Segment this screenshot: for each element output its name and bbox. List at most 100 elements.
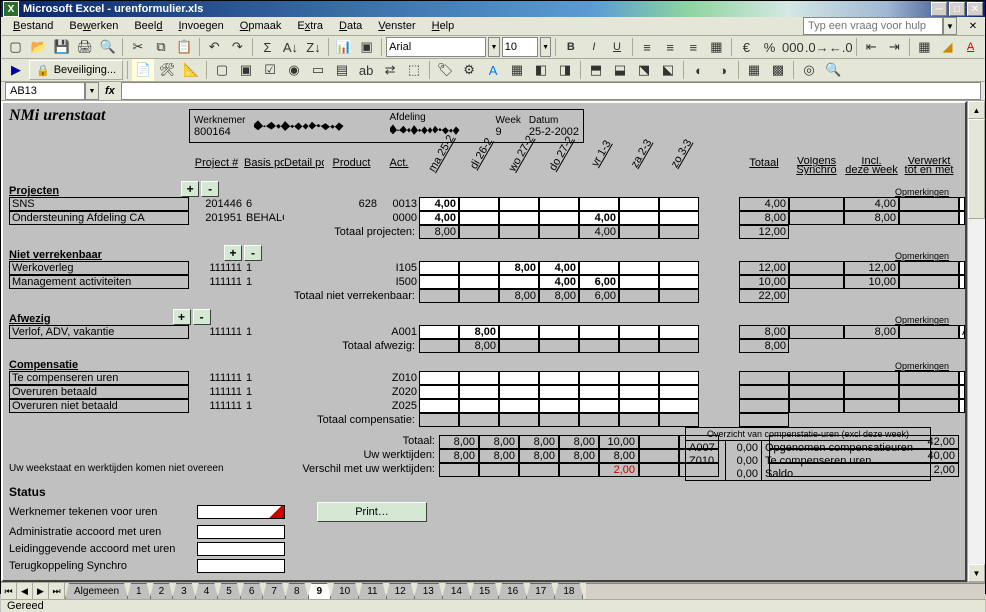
- day-cell[interactable]: [539, 197, 579, 211]
- sum-icon[interactable]: Σ: [257, 36, 278, 58]
- signature-box-1[interactable]: [197, 525, 285, 539]
- day-cell[interactable]: 8,00: [499, 261, 539, 275]
- day-cell[interactable]: [499, 325, 539, 339]
- menu-invoegen[interactable]: Invoegen: [170, 18, 231, 34]
- menu-data[interactable]: Data: [331, 18, 370, 34]
- borders-icon[interactable]: ▦: [914, 36, 935, 58]
- fontsize-dropdown[interactable]: ▼: [540, 37, 552, 57]
- fontcolor-icon[interactable]: A: [960, 36, 981, 58]
- day-cell[interactable]: [579, 325, 619, 339]
- day-cell[interactable]: [459, 399, 499, 413]
- merge-icon[interactable]: ▦: [706, 36, 727, 58]
- day-cell[interactable]: [419, 399, 459, 413]
- day-cell[interactable]: [619, 197, 659, 211]
- menu-extra[interactable]: Extra: [289, 18, 331, 34]
- tab-3[interactable]: 3: [172, 583, 196, 599]
- ctrl4-icon[interactable]: ◉: [283, 59, 305, 81]
- section-projecten-add-button[interactable]: +: [181, 181, 199, 197]
- day-cell[interactable]: [539, 385, 579, 399]
- day-cell[interactable]: [659, 371, 699, 385]
- undo-icon[interactable]: ↶: [204, 36, 225, 58]
- tab-17[interactable]: 17: [526, 583, 555, 599]
- ctrl11-icon[interactable]: ⚙: [458, 59, 480, 81]
- day-cell[interactable]: [499, 399, 539, 413]
- tab-11[interactable]: 11: [358, 583, 386, 599]
- day-cell[interactable]: 4,00: [539, 275, 579, 289]
- ctrl23-icon[interactable]: ◎: [798, 59, 820, 81]
- signature-box-2[interactable]: [197, 542, 285, 556]
- drawing-icon[interactable]: ▣: [356, 36, 377, 58]
- day-cell[interactable]: 4,00: [579, 211, 619, 225]
- day-cell[interactable]: [659, 211, 699, 225]
- name-box[interactable]: AB13: [5, 82, 85, 100]
- ctrl17-icon[interactable]: ⬔: [633, 59, 655, 81]
- tab-6[interactable]: 6: [240, 583, 264, 599]
- comma-icon[interactable]: 000: [782, 36, 804, 58]
- day-cell[interactable]: [419, 261, 459, 275]
- percent-icon[interactable]: %: [759, 36, 780, 58]
- inc-decimal-icon[interactable]: .0→: [806, 36, 828, 58]
- maximize-button[interactable]: □: [949, 2, 965, 16]
- align-center-icon[interactable]: ≡: [660, 36, 681, 58]
- day-cell[interactable]: [659, 197, 699, 211]
- vertical-scrollbar[interactable]: ▲ ▼: [967, 101, 985, 582]
- ctrl5-icon[interactable]: ▭: [307, 59, 329, 81]
- tab-10[interactable]: 10: [330, 583, 359, 599]
- menu-venster[interactable]: Venster: [370, 18, 423, 34]
- tab-next-icon[interactable]: ▶: [33, 583, 49, 599]
- chart-icon[interactable]: 📊: [333, 36, 354, 58]
- opm-cell[interactable]: ADV: [959, 325, 965, 339]
- day-cell[interactable]: [459, 385, 499, 399]
- menu-beeld[interactable]: Beeld: [126, 18, 170, 34]
- ctrl10-icon[interactable]: 🏷: [434, 59, 456, 81]
- day-cell[interactable]: [659, 325, 699, 339]
- day-cell[interactable]: [579, 261, 619, 275]
- menu-opmaak[interactable]: Opmaak: [232, 18, 290, 34]
- save-icon[interactable]: 💾: [51, 36, 72, 58]
- tab-5[interactable]: 5: [217, 583, 241, 599]
- day-cell[interactable]: [619, 275, 659, 289]
- scroll-down-icon[interactable]: ▼: [968, 564, 985, 582]
- day-cell[interactable]: [619, 371, 659, 385]
- opm-cell[interactable]: [959, 197, 965, 211]
- help-search-dropdown[interactable]: ▼: [943, 17, 957, 35]
- print-button[interactable]: Print…: [317, 502, 427, 522]
- align-left-icon[interactable]: ≡: [637, 36, 658, 58]
- tab-9[interactable]: 9: [308, 583, 332, 599]
- day-cell[interactable]: [459, 261, 499, 275]
- cut-icon[interactable]: ✂: [127, 36, 148, 58]
- tab-2[interactable]: 2: [150, 583, 174, 599]
- tab-1[interactable]: 1: [127, 583, 151, 599]
- day-cell[interactable]: [419, 325, 459, 339]
- day-cell[interactable]: [539, 399, 579, 413]
- tab-18[interactable]: 18: [554, 583, 583, 599]
- ctrl8-icon[interactable]: ⇄: [379, 59, 401, 81]
- ctrl2-icon[interactable]: ▣: [235, 59, 257, 81]
- dec-decimal-icon[interactable]: ←.0: [830, 36, 852, 58]
- day-cell[interactable]: [579, 197, 619, 211]
- day-cell[interactable]: [579, 385, 619, 399]
- day-cell[interactable]: [539, 325, 579, 339]
- ctrl9-icon[interactable]: ⬚: [403, 59, 425, 81]
- ctrl21-icon[interactable]: ▦: [743, 59, 765, 81]
- day-cell[interactable]: [619, 325, 659, 339]
- opm-cell[interactable]: [959, 371, 965, 385]
- sort-za-icon[interactable]: Z↓: [303, 36, 324, 58]
- day-cell[interactable]: [499, 197, 539, 211]
- indent-dec-icon[interactable]: ⇤: [861, 36, 882, 58]
- help-search-input[interactable]: [803, 17, 943, 35]
- day-cell[interactable]: [419, 385, 459, 399]
- menu-bestand[interactable]: Bestand: [5, 18, 61, 34]
- day-cell[interactable]: 4,00: [419, 211, 459, 225]
- day-cell[interactable]: [659, 275, 699, 289]
- new-icon[interactable]: ▢: [5, 36, 26, 58]
- tools-icon[interactable]: 🛠: [156, 59, 178, 81]
- day-cell[interactable]: 8,00: [459, 325, 499, 339]
- signature-box-0[interactable]: [197, 505, 285, 519]
- day-cell[interactable]: [459, 371, 499, 385]
- tab-first-icon[interactable]: ⏮: [1, 583, 17, 599]
- day-cell[interactable]: [539, 211, 579, 225]
- vba-icon[interactable]: 📄: [132, 59, 154, 81]
- copy-icon[interactable]: ⧉: [151, 36, 172, 58]
- print-icon[interactable]: 🖨: [74, 36, 95, 58]
